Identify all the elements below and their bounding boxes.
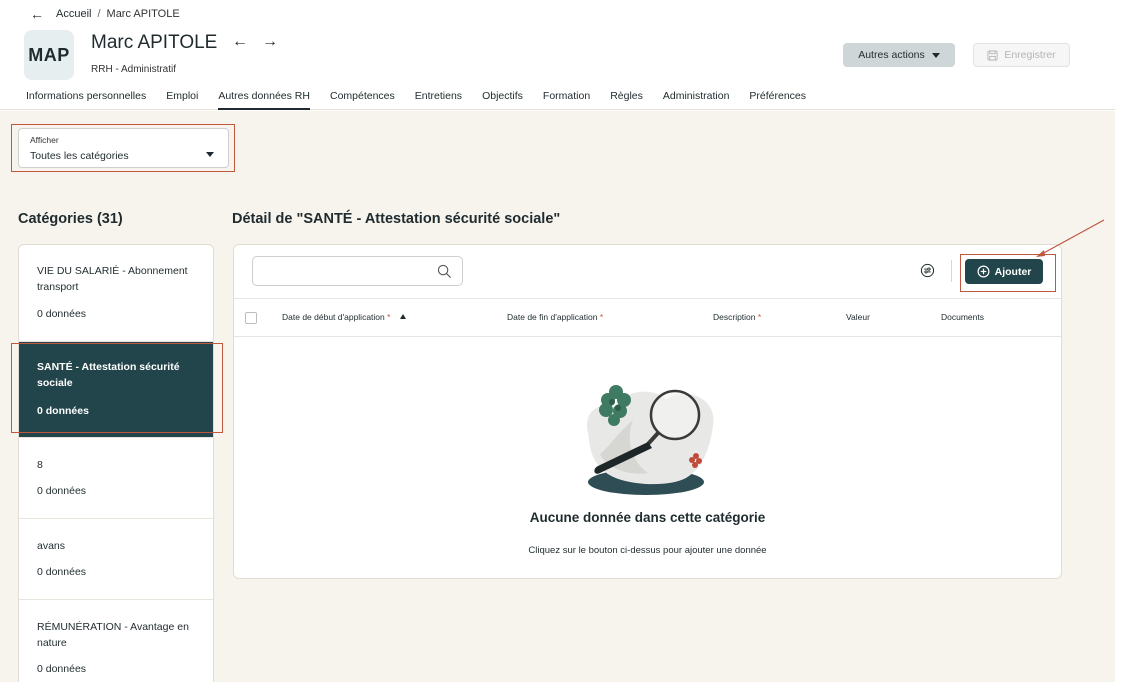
column-settings-icon[interactable] (920, 263, 935, 278)
category-item[interactable]: 8 0 données (19, 438, 213, 519)
column-header-start-date[interactable]: Date de début d'application * (282, 312, 406, 322)
record-navigation: ← → (232, 33, 278, 51)
table-header: Date de début d'application * Date de fi… (234, 298, 1061, 337)
empty-state-subtitle: Cliquez sur le bouton ci-dessus pour ajo… (528, 545, 767, 556)
tab-objectifs[interactable]: Objectifs (482, 90, 523, 108)
selected-category-highlight-box (11, 343, 223, 433)
search-icon (437, 264, 451, 278)
person-role: RRH - Administratif (91, 64, 177, 75)
empty-state-magnifier-icon (587, 385, 714, 495)
tab-formation[interactable]: Formation (543, 90, 590, 108)
category-count: 0 données (37, 663, 87, 675)
right-margin (1115, 0, 1139, 682)
category-name: 8 (37, 459, 43, 471)
category-item[interactable]: avans 0 données (19, 519, 213, 600)
category-count: 0 données (37, 566, 87, 578)
page-title: Marc APITOLE (91, 32, 218, 53)
category-name: VIE DU SALARIÉ - Abonnement transport (37, 265, 188, 293)
avatar: MAP (24, 30, 74, 80)
more-actions-button[interactable]: Autres actions (843, 43, 955, 67)
category-name: avans (37, 540, 66, 552)
next-arrow-icon[interactable]: → (262, 33, 278, 51)
tab-administration[interactable]: Administration (663, 90, 730, 108)
tab-bar: Informations personnelles Emploi Autres … (26, 90, 826, 110)
category-list: VIE DU SALARIÉ - Abonnement transport 0 … (18, 244, 214, 682)
tab-regles[interactable]: Règles (610, 90, 643, 108)
tab-preferences[interactable]: Préférences (749, 90, 806, 108)
category-count: 0 données (37, 308, 87, 320)
save-label: Enregistrer (1004, 49, 1056, 61)
categories-title: Catégories (31) (18, 211, 123, 227)
sort-ascending-icon (399, 314, 406, 319)
caret-down-icon (931, 52, 940, 58)
toolbar-divider (951, 260, 952, 282)
breadcrumb-home-link[interactable]: Accueil (56, 8, 91, 20)
tab-autres-donnees-rh[interactable]: Autres données RH (218, 90, 310, 110)
save-button[interactable]: Enregistrer (973, 43, 1070, 67)
column-header-end-date[interactable]: Date de fin d'application * (507, 312, 603, 322)
breadcrumb-current: Marc APITOLE (106, 8, 180, 20)
tab-informations-personnelles[interactable]: Informations personnelles (26, 90, 146, 108)
tab-competences[interactable]: Compétences (330, 90, 395, 108)
select-all-checkbox[interactable] (245, 312, 257, 324)
page-header: ← Accueil / Marc APITOLE MAP Marc APITOL… (0, 0, 1115, 110)
empty-state-title: Aucune donnée dans cette catégorie (529, 510, 766, 525)
column-header-value[interactable]: Valeur (846, 312, 870, 322)
floppy-disk-icon (987, 49, 998, 61)
category-name: RÉMUNÉRATION - Avantage en nature (37, 621, 189, 649)
category-count: 0 données (37, 485, 87, 497)
column-header-description[interactable]: Description * (713, 312, 761, 322)
search-input[interactable] (252, 256, 463, 286)
category-item[interactable]: VIE DU SALARIÉ - Abonnement transport 0 … (19, 245, 213, 342)
category-item[interactable]: RÉMUNÉRATION - Avantage en nature 0 donn… (19, 600, 213, 682)
filter-highlight-box (11, 124, 235, 172)
column-header-documents[interactable]: Documents (941, 312, 984, 322)
arrow-left-icon[interactable]: ← (30, 6, 44, 22)
tab-entretiens[interactable]: Entretiens (415, 90, 462, 108)
breadcrumb-separator: / (97, 8, 101, 20)
more-actions-label: Autres actions (858, 49, 925, 61)
tab-emploi[interactable]: Emploi (166, 90, 198, 108)
annotation-arrow-icon (1036, 219, 1105, 257)
detail-title: Détail de "SANTÉ - Attestation sécurité … (232, 211, 561, 227)
previous-arrow-icon[interactable]: ← (232, 33, 248, 51)
breadcrumb: ← Accueil / Marc APITOLE (30, 6, 180, 22)
